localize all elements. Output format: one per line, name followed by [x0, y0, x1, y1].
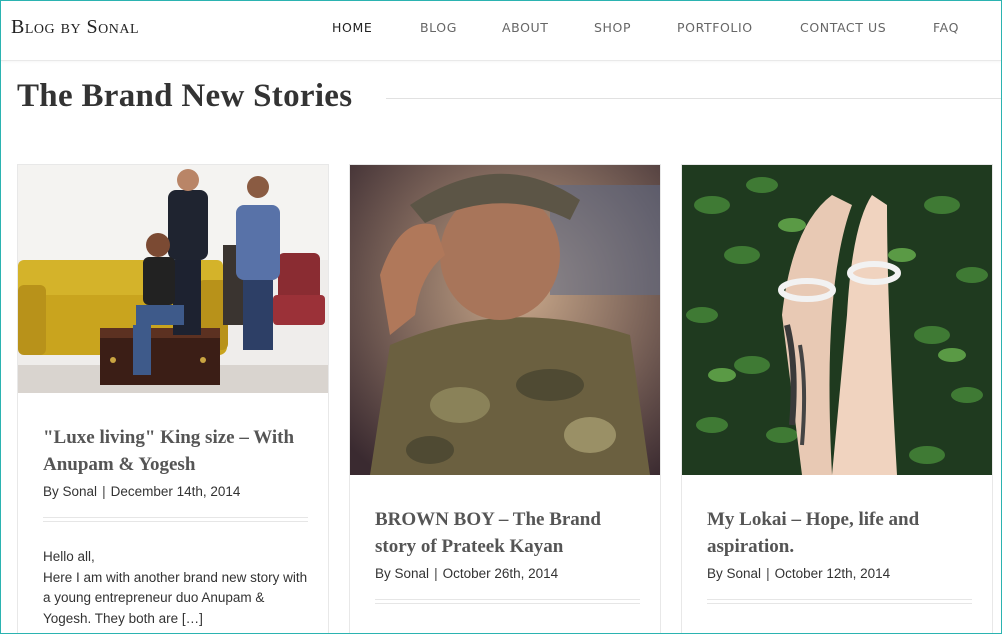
- post-image-luxe-living[interactable]: [18, 165, 328, 393]
- post-meta: By Sonal | October 12th, 2014: [707, 566, 972, 581]
- post-date: October 26th, 2014: [442, 566, 559, 581]
- title-divider: [386, 98, 1001, 99]
- photo-sofa-trunk-people: [18, 165, 328, 393]
- post-date: December 14th, 2014: [110, 484, 241, 499]
- post-divider: [707, 599, 972, 604]
- meta-separator: |: [102, 484, 106, 499]
- meta-separator: |: [766, 566, 770, 581]
- post-meta: By Sonal | October 26th, 2014: [375, 566, 640, 581]
- author-prefix: By: [375, 566, 391, 581]
- nav-about[interactable]: ABOUT: [502, 20, 549, 35]
- post-title[interactable]: "Luxe living" King size – With Anupam & …: [43, 424, 308, 478]
- post-image-brown-boy[interactable]: [350, 165, 660, 475]
- author-link[interactable]: Sonal: [63, 484, 98, 499]
- post-divider: [43, 517, 308, 522]
- post-body-luxe-living: "Luxe living" King size – With Anupam & …: [43, 424, 308, 629]
- excerpt-line: Here I am with another brand new story w…: [43, 569, 308, 626]
- post-body-brown-boy: BROWN BOY – The Brand story of Prateek K…: [375, 506, 640, 604]
- post-card-my-lokai: My Lokai – Hope, life and aspiration. By…: [681, 164, 993, 634]
- author-link[interactable]: Sonal: [395, 566, 430, 581]
- page-title: The Brand New Stories: [17, 78, 353, 114]
- post-title[interactable]: My Lokai – Hope, life and aspiration.: [707, 506, 972, 560]
- author-prefix: By: [43, 484, 59, 499]
- post-body-my-lokai: My Lokai – Hope, life and aspiration. By…: [707, 506, 972, 604]
- photo-man-cap-camo: [350, 165, 660, 475]
- author-prefix: By: [707, 566, 723, 581]
- post-card-brown-boy: BROWN BOY – The Brand story of Prateek K…: [349, 164, 661, 634]
- post-date: October 12th, 2014: [774, 566, 891, 581]
- site-header: Blog by Sonal HOME BLOG ABOUT SHOP PORTF…: [1, 1, 1001, 61]
- post-meta: By Sonal | December 14th, 2014: [43, 484, 308, 499]
- main-nav: HOME BLOG ABOUT SHOP PORTFOLIO CONTACT U…: [1, 20, 1001, 40]
- post-divider: [375, 599, 640, 604]
- nav-blog[interactable]: BLOG: [420, 20, 457, 35]
- nav-shop[interactable]: SHOP: [594, 20, 631, 35]
- excerpt-line: Hello all,: [43, 549, 95, 564]
- photo-hands-leaves: [682, 165, 992, 475]
- post-title[interactable]: BROWN BOY – The Brand story of Prateek K…: [375, 506, 640, 560]
- post-excerpt: Hello all, Here I am with another brand …: [43, 547, 308, 629]
- nav-home[interactable]: HOME: [332, 20, 372, 35]
- nav-faq[interactable]: FAQ: [933, 20, 959, 35]
- page-title-row: The Brand New Stories: [17, 78, 1001, 118]
- author-link[interactable]: Sonal: [727, 566, 762, 581]
- post-image-my-lokai[interactable]: [682, 165, 992, 475]
- post-card-luxe-living: "Luxe living" King size – With Anupam & …: [17, 164, 329, 634]
- nav-portfolio[interactable]: PORTFOLIO: [677, 20, 753, 35]
- nav-contact-us[interactable]: CONTACT US: [800, 20, 886, 35]
- meta-separator: |: [434, 566, 438, 581]
